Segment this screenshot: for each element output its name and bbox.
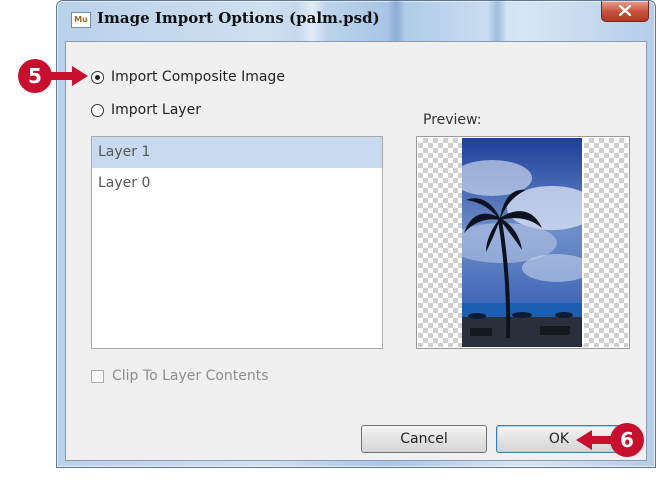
preview-label: Preview: xyxy=(423,112,482,128)
clip-to-layer-option[interactable]: Clip To Layer Contents xyxy=(91,368,269,384)
muse-app-icon: Mu xyxy=(71,12,91,28)
transparency-checker xyxy=(418,138,462,347)
layer-label: Import Layer xyxy=(111,102,201,118)
close-icon xyxy=(619,5,631,16)
clip-label: Clip To Layer Contents xyxy=(112,368,269,384)
cancel-button[interactable]: Cancel xyxy=(361,425,487,453)
import-layer-option[interactable]: Import Layer xyxy=(91,102,201,118)
palm-preview-image xyxy=(462,138,582,347)
arrow-left-icon xyxy=(576,430,614,450)
step-6-marker: 6 xyxy=(610,423,644,457)
dialog-window: Mu Image Import Options (palm.psd) Impor… xyxy=(56,0,656,468)
close-button[interactable] xyxy=(601,1,649,22)
layer-radio[interactable] xyxy=(91,103,104,117)
arrow-right-icon xyxy=(50,66,88,86)
transparency-checker xyxy=(584,138,628,347)
list-item[interactable]: Layer 0 xyxy=(92,168,382,199)
import-composite-option[interactable]: Import Composite Image xyxy=(91,69,285,85)
composite-radio[interactable] xyxy=(91,70,104,84)
step-5-marker: 5 xyxy=(18,59,52,93)
title-bar[interactable]: Mu Image Import Options (palm.psd) xyxy=(57,1,655,41)
list-item[interactable]: Layer 1 xyxy=(92,137,382,168)
clip-checkbox[interactable] xyxy=(91,369,104,383)
composite-label: Import Composite Image xyxy=(111,69,285,85)
preview-box xyxy=(416,136,630,349)
window-title: Image Import Options (palm.psd) xyxy=(97,9,380,27)
layer-list[interactable]: Layer 1 Layer 0 xyxy=(91,136,383,349)
dialog-body: Import Composite Image Import Layer Laye… xyxy=(65,41,647,461)
